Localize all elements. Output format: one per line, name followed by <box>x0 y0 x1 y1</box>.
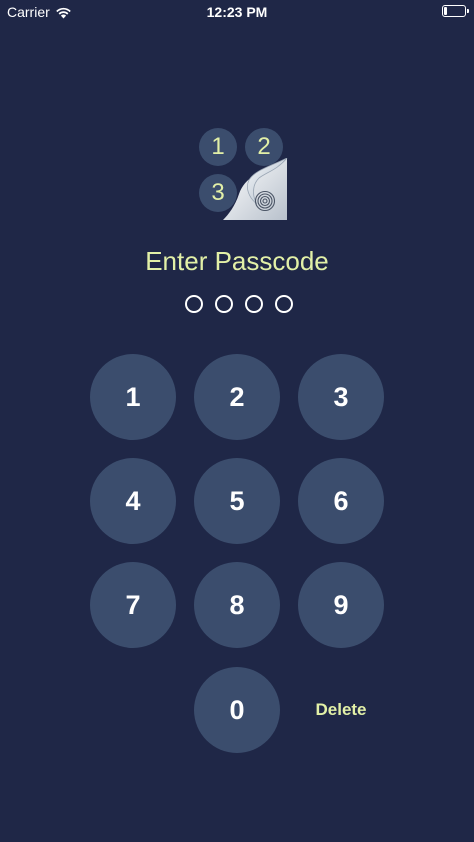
key-6[interactable]: 6 <box>298 458 384 544</box>
key-8[interactable]: 8 <box>194 562 280 648</box>
status-bar: Carrier 12:23 PM <box>0 0 474 24</box>
passcode-dot <box>275 295 293 313</box>
passcode-dot <box>185 295 203 313</box>
delete-button[interactable]: Delete <box>298 667 384 753</box>
passcode-dot <box>245 295 263 313</box>
page-title: Enter Passcode <box>145 246 329 276</box>
key-1[interactable]: 1 <box>90 354 176 440</box>
key-2[interactable]: 2 <box>194 354 280 440</box>
passcode-indicator <box>185 295 293 313</box>
clock-time: 12:23 PM <box>206 4 268 20</box>
key-7[interactable]: 7 <box>90 562 176 648</box>
key-0[interactable]: 0 <box>194 667 280 753</box>
passcode-dot <box>215 295 233 313</box>
key-5[interactable]: 5 <box>194 458 280 544</box>
fingerprint-peel-icon <box>223 158 288 220</box>
battery-icon <box>442 5 469 17</box>
key-9[interactable]: 9 <box>298 562 384 648</box>
app-logo: 1 2 3 <box>195 126 295 226</box>
key-3[interactable]: 3 <box>298 354 384 440</box>
battery-level <box>444 7 447 15</box>
key-4[interactable]: 4 <box>90 458 176 544</box>
